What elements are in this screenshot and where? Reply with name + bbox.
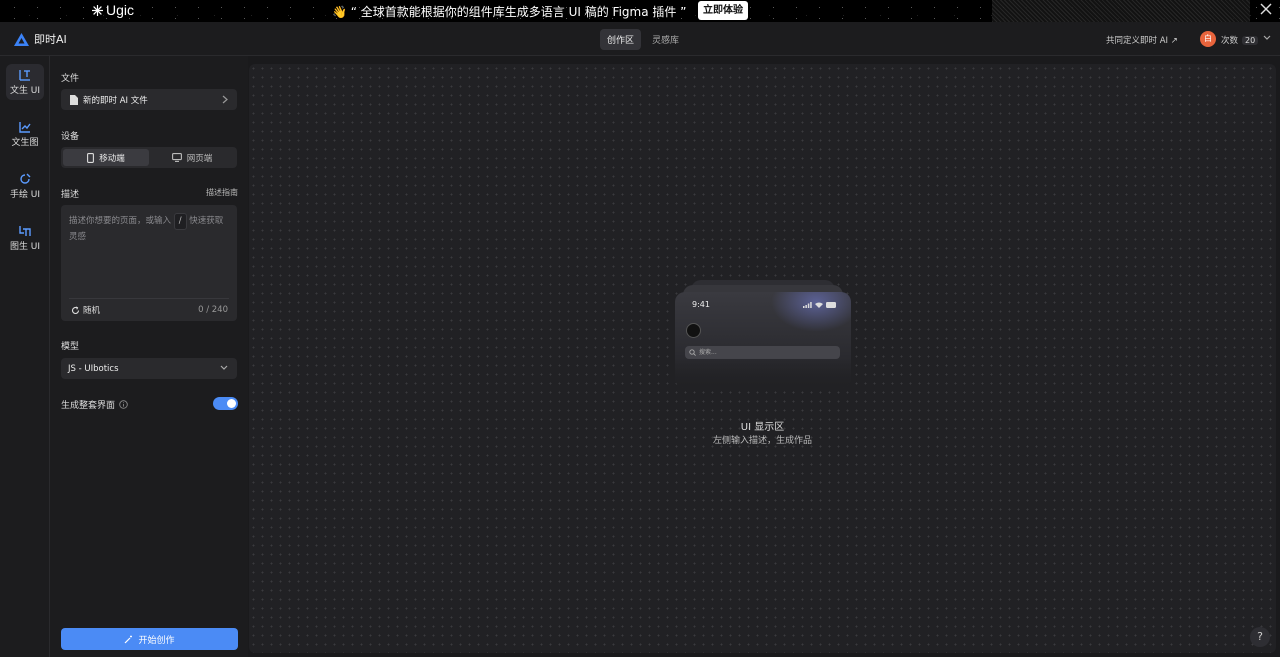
chevron-right-icon (222, 95, 228, 104)
phone-fade (675, 358, 851, 388)
mobile-icon (87, 152, 95, 163)
top-header: 即时AI 创作区 灵感库 共同定义即时 AI ↗ 白 次数 20 (0, 22, 1280, 56)
placeholder-text-a: 描述你想要的页面，或输入 (69, 216, 172, 226)
banner-message: 👋 “ 全球首款能根据你的组件库生成多语言 UI 稿的 Figma 插件 ” (332, 5, 687, 19)
file-label: 文件 (61, 74, 80, 84)
help-button[interactable]: ? (1250, 627, 1270, 647)
nav-item-label: 手绘 UI (9, 190, 41, 200)
brand-logo[interactable]: 即时AI (14, 31, 67, 47)
description-input[interactable]: 描述你想要的页面，或输入 / 快速获取灵感 随机 0 / 240 (61, 205, 237, 321)
phone-status-icons (803, 302, 837, 308)
banner-texture (992, 0, 1250, 22)
slash-key-hint: / (173, 213, 187, 230)
magic-wand-icon (125, 635, 133, 643)
ugic-logo-text: Ugic (106, 2, 135, 18)
phone-time: 9:41 (692, 300, 710, 309)
refresh-icon (72, 306, 80, 314)
phone-glow (771, 292, 851, 332)
model-label: 模型 (61, 342, 80, 352)
text-to-ui-icon (19, 70, 30, 81)
device-mobile-label: 移动端 (99, 153, 125, 164)
display-area-title: UI 显示区 (740, 422, 785, 433)
phone-avatar (686, 323, 701, 338)
signal-icon (803, 302, 812, 308)
info-icon[interactable] (119, 400, 128, 409)
sketch-icon (20, 173, 31, 184)
image-to-ui-icon (19, 226, 31, 236)
file-name: 新的即时 AI 文件 (83, 95, 148, 106)
full-screens-setting: 生成整套界面 (61, 398, 128, 411)
ui-display-area: 9:41 搜索... UI 显示区 左侧输入描述，生成作品 (249, 64, 1276, 653)
settings-panel: 文件 新的即时 AI 文件 设备 移动端 网页端 描述 描述指南 描述你想要的页… (50, 56, 248, 657)
random-label: 随机 (83, 306, 101, 316)
nav-item-image-to-ui[interactable]: 图生 UI (6, 220, 44, 256)
chevron-down-icon (220, 365, 228, 370)
usage-counter: 次数 20 (1221, 34, 1259, 46)
avatar[interactable]: 白 (1200, 31, 1216, 47)
try-now-button[interactable]: 立即体验 (698, 1, 748, 20)
char-count: 0 / 240 (198, 305, 228, 315)
tab-create[interactable]: 创作区 (600, 29, 642, 50)
file-icon (70, 94, 78, 105)
wifi-icon (815, 302, 823, 308)
full-screens-toggle[interactable] (213, 397, 238, 410)
toggle-knob (227, 399, 236, 408)
description-label: 描述 (61, 190, 80, 200)
device-web-label: 网页端 (186, 153, 213, 164)
battery-icon (826, 302, 836, 308)
nav-item-text-to-ui[interactable]: 文生 UI (6, 64, 44, 100)
chart-icon (19, 122, 31, 133)
random-button[interactable]: 随机 (71, 304, 100, 316)
chevron-down-icon[interactable] (1263, 35, 1271, 41)
left-nav: 文生 UI 文生图 手绘 UI 图生 UI (0, 56, 50, 657)
cocreate-link[interactable]: 共同定义即时 AI ↗ (1106, 34, 1178, 46)
nav-item-label: 文生图 (11, 138, 39, 148)
nav-item-text-to-image[interactable]: 文生图 (6, 116, 44, 152)
model-value: JS - UIbotics (68, 363, 119, 374)
model-select[interactable]: JS - UIbotics (61, 358, 237, 379)
ugic-sparkle-icon (92, 4, 103, 16)
device-web-option[interactable]: 网页端 (149, 149, 235, 166)
device-mobile-option[interactable]: 移动端 (63, 149, 149, 166)
display-area-subtitle: 左侧输入描述，生成作品 (712, 436, 812, 446)
phone-search-placeholder: 搜索... (699, 349, 717, 356)
nav-item-label: 图生 UI (9, 242, 41, 252)
device-label: 设备 (61, 132, 80, 142)
description-divider (69, 298, 229, 299)
phone-preview-illustration: 9:41 搜索... (675, 280, 851, 388)
brand-name: 即时AI (34, 33, 67, 46)
description-placeholder: 描述你想要的页面，或输入 / 快速获取灵感 (69, 213, 231, 245)
usage-label: 次数 (1221, 36, 1239, 46)
phone-mockup: 9:41 搜索... (675, 292, 851, 388)
search-icon (689, 349, 696, 356)
nav-item-sketch-to-ui[interactable]: 手绘 UI (6, 168, 44, 204)
promo-banner: Ugic 👋 “ 全球首款能根据你的组件库生成多语言 UI 稿的 Figma 插… (0, 0, 1280, 22)
nav-item-label: 文生 UI (9, 86, 41, 96)
desktop-icon (171, 153, 182, 162)
start-create-label: 开始创作 (138, 635, 175, 646)
start-create-button[interactable]: 开始创作 (61, 628, 238, 650)
description-guide-link[interactable]: 描述指南 (206, 187, 238, 198)
tab-inspiration[interactable]: 灵感库 (645, 29, 686, 50)
full-screens-label: 生成整套界面 (61, 401, 116, 411)
ugic-logo: Ugic (92, 2, 134, 18)
close-icon[interactable] (1259, 2, 1273, 16)
device-toggle: 移动端 网页端 (61, 147, 237, 168)
brand-triangle-icon (14, 32, 29, 46)
file-selector[interactable]: 新的即时 AI 文件 (61, 89, 237, 110)
usage-count-badge: 20 (1242, 35, 1259, 45)
main-tabs: 创作区 灵感库 (600, 29, 686, 50)
